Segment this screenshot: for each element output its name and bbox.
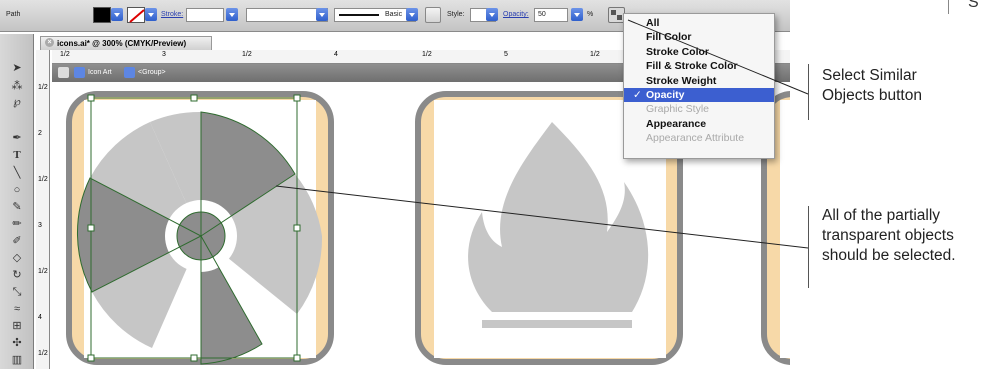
ruler-tick: 5: [504, 51, 508, 58]
ruler-tick: 2: [38, 130, 42, 137]
stroke-dropdown[interactable]: [145, 8, 157, 21]
pen-tool-icon[interactable]: ✒: [5, 130, 29, 146]
stroke-label[interactable]: Stroke:: [161, 11, 183, 18]
rotate-tool-icon[interactable]: ↻: [5, 267, 29, 283]
callout-line: Objects button: [822, 87, 922, 104]
fill-swatch[interactable]: [93, 7, 111, 23]
free-transform-tool-icon[interactable]: ⊞: [5, 318, 29, 334]
variable-width-dropdown[interactable]: [316, 8, 328, 21]
opacity-label[interactable]: Opacity:: [503, 11, 529, 18]
pencil-tool-icon[interactable]: ✏: [5, 216, 29, 232]
menu-item-graphic-style: Graphic Style: [646, 103, 710, 116]
ruler-tick: 1/2: [38, 176, 48, 183]
ruler-tick: 3: [38, 222, 42, 229]
fill-dropdown[interactable]: [111, 8, 123, 21]
paintbrush-tool-icon[interactable]: ✎: [5, 199, 29, 215]
select-similar-icon: [611, 10, 622, 20]
ruler-tick: 1/2: [38, 268, 48, 275]
menu-item-fill-color[interactable]: Fill Color: [624, 30, 774, 44]
stroke-swatch[interactable]: [127, 7, 145, 23]
ruler-tick: 4: [334, 51, 338, 58]
symbol-sprayer-tool-icon[interactable]: ✣: [5, 335, 29, 351]
ruler-tick: 1/2: [38, 84, 48, 91]
group-icon: [124, 67, 135, 78]
callout-line: All of the partially: [822, 207, 941, 224]
select-similar-callout: Select Similar Objects button: [822, 66, 922, 106]
brush-field[interactable]: Basic: [334, 8, 416, 22]
selection-type-label: Path: [6, 11, 21, 18]
callout-line: should be selected.: [822, 247, 956, 264]
graph-tool-icon[interactable]: ▥: [5, 352, 29, 368]
stroke-profile-label: Basic: [385, 11, 403, 18]
page-edge-divider: [948, 0, 949, 14]
symbol-icon[interactable]: [425, 7, 441, 23]
menu-item-stroke-weight[interactable]: Stroke Weight: [624, 74, 774, 88]
stroke-weight-dropdown[interactable]: [226, 8, 238, 21]
ruler-tick: 1/2: [242, 51, 252, 58]
transparent-objects-callout: All of the partially transparent objects…: [822, 206, 956, 266]
ruler-tick: 1/2: [60, 51, 70, 58]
ruler-tick: 1/2: [422, 51, 432, 58]
style-label: Style:: [447, 11, 465, 18]
menu-item-stroke-color[interactable]: Stroke Color: [624, 45, 774, 59]
magic-wand-tool-icon[interactable]: ⁂: [5, 78, 29, 94]
menu-item-appearance-attribute: Appearance Attribute: [646, 132, 745, 145]
menu-item-all[interactable]: All: [624, 16, 774, 30]
callout-bar: [808, 64, 809, 120]
selection-tool-icon[interactable]: ➤: [5, 60, 29, 76]
back-arrow-icon[interactable]: [58, 67, 69, 78]
ellipse-tool-icon[interactable]: ○: [5, 182, 29, 198]
brush-dropdown[interactable]: [406, 8, 418, 21]
eraser-tool-icon[interactable]: ◇: [5, 250, 29, 266]
stroke-preview-line: [339, 14, 379, 16]
callout-bar: [808, 206, 809, 288]
stroke-weight-field[interactable]: [186, 8, 224, 22]
document-tab[interactable]: × icons.ai* @ 300% (CMYK/Preview): [40, 36, 212, 50]
ruler-tick: 4: [38, 314, 42, 321]
ruler-tick: 1/2: [590, 51, 600, 58]
line-tool-icon[interactable]: ╲: [5, 165, 29, 181]
opacity-dropdown[interactable]: [571, 8, 583, 21]
ruler-tick: 1/2: [38, 350, 48, 357]
scale-tool-icon[interactable]: ⤡: [5, 284, 29, 300]
warp-tool-icon[interactable]: ≈: [5, 301, 29, 317]
document-title: icons.ai* @ 300% (CMYK/Preview): [57, 39, 187, 48]
lasso-tool-icon[interactable]: ℘: [5, 94, 29, 110]
menu-item-appearance[interactable]: Appearance: [624, 117, 774, 131]
tools-panel: ➤ ⁂ ℘ ✒ T ╲ ○ ✎ ✏ ✐ ◇ ↻ ⤡ ≈ ⊞ ✣ ▥: [0, 34, 34, 369]
blob-brush-tool-icon[interactable]: ✐: [5, 233, 29, 249]
opacity-field[interactable]: 50: [534, 8, 568, 22]
menu-item-opacity[interactable]: Opacity: [624, 87, 774, 103]
isolation-layer-label[interactable]: Icon Art: [88, 69, 112, 76]
vertical-ruler[interactable]: 1/2 2 1/2 3 1/2 4 1/2: [36, 50, 50, 369]
callout-line: Select Similar: [822, 67, 917, 84]
callout-line: transparent objects: [822, 227, 954, 244]
ruler-tick: 3: [162, 51, 166, 58]
close-tab-icon[interactable]: ×: [45, 38, 54, 47]
graphic-style-dropdown[interactable]: [486, 8, 498, 21]
type-tool-icon[interactable]: T: [5, 147, 29, 163]
isolation-group-label[interactable]: <Group>: [138, 69, 166, 76]
layer-icon: [74, 67, 85, 78]
none-slash-icon: [129, 9, 145, 23]
percent-label: %: [587, 11, 594, 18]
page-marker: S: [968, 0, 979, 11]
menu-item-fill-stroke-color[interactable]: Fill & Stroke Color: [624, 59, 774, 73]
select-similar-menu: All Fill Color Stroke Color Fill & Strok…: [623, 13, 775, 159]
